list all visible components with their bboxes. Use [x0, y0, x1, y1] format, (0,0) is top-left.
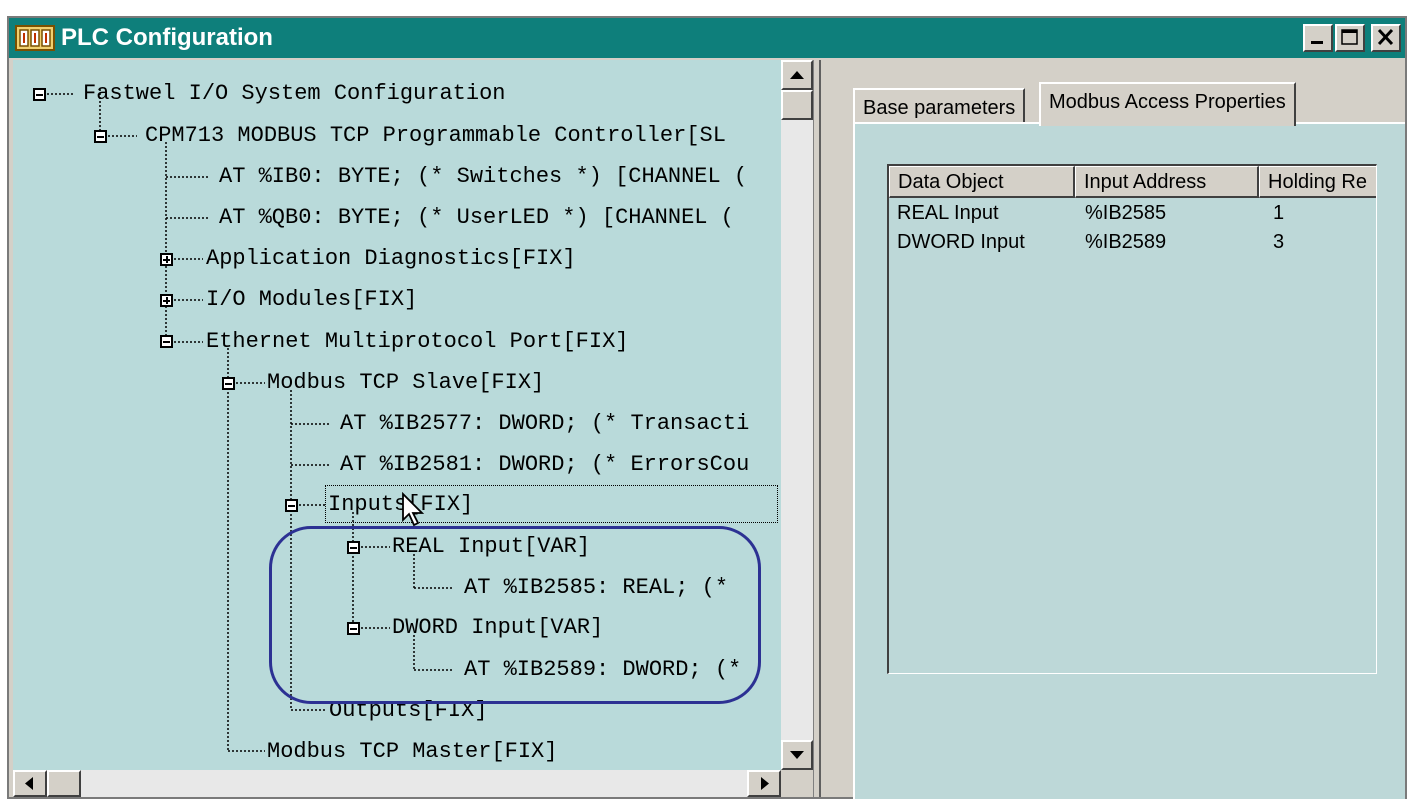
highlight-outline: [269, 526, 761, 704]
arrow-down-icon: [790, 751, 804, 759]
arrow-left-icon: [25, 777, 33, 790]
modbus-access-table[interactable]: Data Object Input Address Holding Re REA…: [887, 164, 1377, 674]
scroll-left-button[interactable]: [13, 770, 47, 797]
tab-base-parameters[interactable]: Base parameters: [853, 88, 1026, 124]
cell-input-address: %IB2585: [1085, 202, 1167, 224]
tree-node-channel-qb0[interactable]: AT %QB0: BYTE; (* UserLED *) [CHANNEL (: [219, 205, 734, 231]
configuration-tree[interactable]: Fastwel I/O System Configuration CPM713 …: [13, 60, 781, 770]
minimize-icon: [1311, 41, 1323, 44]
tree-node-channel-ib0[interactable]: AT %IB0: BYTE; (* Switches *) [CHANNEL (: [219, 164, 747, 190]
expand-toggle[interactable]: [160, 253, 173, 266]
tab-modbus-access-properties[interactable]: Modbus Access Properties: [1039, 82, 1296, 126]
close-icon: [1377, 28, 1394, 46]
window-title: PLC Configuration: [61, 24, 273, 51]
column-header-holding-register[interactable]: Holding Re: [1259, 166, 1376, 198]
tree-node-channel-ib2577[interactable]: AT %IB2577: DWORD; (* Transacti: [340, 411, 749, 437]
cell-holding-register: 3: [1273, 231, 1285, 253]
scroll-right-button[interactable]: [747, 770, 781, 797]
collapse-toggle[interactable]: [222, 377, 235, 390]
arrow-up-icon: [790, 71, 804, 79]
tree-node-application-diagnostics[interactable]: Application Diagnostics[FIX]: [206, 246, 576, 272]
maximize-button[interactable]: [1335, 24, 1365, 52]
tree-node-controller[interactable]: CPM713 MODBUS TCP Programmable Controlle…: [145, 123, 726, 149]
column-header-data-object[interactable]: Data Object: [889, 166, 1075, 198]
collapse-toggle[interactable]: [33, 88, 46, 101]
collapse-toggle[interactable]: [285, 499, 298, 512]
app-icon: [15, 25, 55, 51]
cell-data-object: DWORD Input: [897, 231, 1025, 253]
scroll-up-button[interactable]: [781, 60, 813, 90]
tree-node-ethernet-port[interactable]: Ethernet Multiprotocol Port[FIX]: [206, 329, 628, 355]
modbus-access-properties-panel: Data Object Input Address Holding Re REA…: [853, 122, 1405, 799]
scroll-down-button[interactable]: [781, 740, 813, 770]
column-header-input-address[interactable]: Input Address: [1075, 166, 1259, 198]
plc-configuration-window: PLC Configuration Fastwel I/O System Con…: [7, 16, 1407, 799]
configuration-tree-pane: Fastwel I/O System Configuration CPM713 …: [13, 60, 813, 797]
cell-holding-register: 1: [1273, 202, 1285, 224]
expand-toggle[interactable]: [160, 294, 173, 307]
title-bar[interactable]: PLC Configuration: [9, 18, 1405, 58]
arrow-right-icon: [761, 777, 769, 790]
close-button[interactable]: [1371, 24, 1401, 52]
tree-node-modbus-tcp-master[interactable]: Modbus TCP Master[FIX]: [267, 739, 557, 765]
minimize-button[interactable]: [1303, 24, 1333, 52]
collapse-toggle[interactable]: [94, 130, 107, 143]
cell-input-address: %IB2589: [1085, 231, 1167, 253]
tree-node-channel-ib2581[interactable]: AT %IB2581: DWORD; (* ErrorsCou: [340, 452, 749, 478]
tree-node-modbus-tcp-slave[interactable]: Modbus TCP Slave[FIX]: [267, 370, 544, 396]
properties-pane: Base parameters Data Object Input Addres…: [819, 60, 1405, 799]
mouse-cursor-icon: [402, 492, 425, 527]
tree-vertical-scrollbar[interactable]: [781, 60, 813, 770]
collapse-toggle[interactable]: [160, 335, 173, 348]
scroll-thumb[interactable]: [781, 90, 813, 120]
tree-node-root[interactable]: Fastwel I/O System Configuration: [83, 81, 505, 107]
maximize-icon: [1341, 29, 1358, 45]
cell-data-object: REAL Input: [897, 202, 999, 224]
tree-horizontal-scrollbar[interactable]: [13, 770, 781, 797]
scrollbar-corner: [781, 770, 813, 797]
tree-node-io-modules[interactable]: I/O Modules[FIX]: [206, 287, 417, 313]
horizontal-scroll-thumb[interactable]: [47, 770, 81, 797]
